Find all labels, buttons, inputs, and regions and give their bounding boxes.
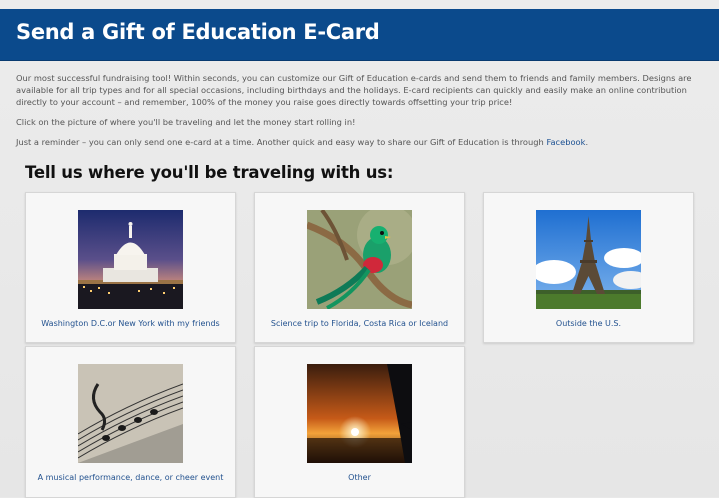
page: Send a Gift of Education E-Card Our most… <box>0 0 719 498</box>
card-caption[interactable]: Outside the U.S. <box>484 319 693 328</box>
card-other[interactable]: Other <box>254 346 465 498</box>
card-caption[interactable]: Other <box>255 473 464 482</box>
quetzal-bird-photo[interactable] <box>307 210 412 309</box>
intro-paragraph-1: Our most successful fundraising tool! Wi… <box>16 73 692 107</box>
section-title: Tell us where you'll be traveling with u… <box>25 163 394 182</box>
card-outside-us[interactable]: Outside the U.S. <box>483 192 694 343</box>
card-caption[interactable]: Washington D.C.or New York with my frien… <box>26 319 235 328</box>
card-caption[interactable]: Science trip to Florida, Costa Rica or I… <box>255 319 464 328</box>
sunset-image <box>307 364 412 463</box>
card-caption[interactable]: A musical performance, dance, or cheer e… <box>26 473 235 482</box>
quetzal-image <box>307 210 412 309</box>
capitol-image <box>78 210 183 309</box>
eiffel-tower-photo[interactable] <box>536 210 641 309</box>
intro-paragraph-2: Click on the picture of where you'll be … <box>16 117 356 127</box>
facebook-link[interactable]: Facebook <box>546 137 585 147</box>
sheet-music-image <box>78 364 183 463</box>
card-science-trip[interactable]: Science trip to Florida, Costa Rica or I… <box>254 192 465 343</box>
card-washington-new-york[interactable]: Washington D.C.or New York with my frien… <box>25 192 236 343</box>
intro-text: Our most successful fundraising tool! Wi… <box>16 72 706 156</box>
sheet-music-photo[interactable] <box>78 364 183 463</box>
intro-paragraph-3: Just a reminder – you can only send one … <box>16 136 706 148</box>
sunset-wing-photo[interactable] <box>307 364 412 463</box>
header-banner: Send a Gift of Education E-Card <box>0 9 719 61</box>
card-musical-performance[interactable]: A musical performance, dance, or cheer e… <box>25 346 236 498</box>
eiffel-image <box>536 210 641 309</box>
reminder-end: . <box>585 137 589 147</box>
capitol-photo[interactable] <box>78 210 183 309</box>
page-title: Send a Gift of Education E-Card <box>16 20 380 44</box>
reminder-text: Just a reminder – you can only send one … <box>16 137 547 147</box>
